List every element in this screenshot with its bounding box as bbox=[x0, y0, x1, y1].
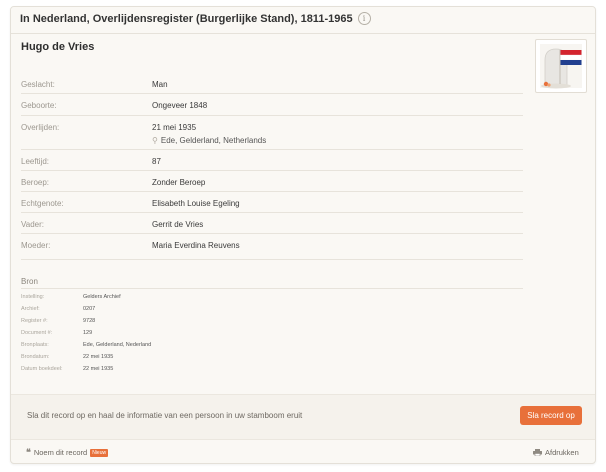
print-link[interactable]: Afdrukken bbox=[533, 448, 579, 457]
field-label: Geslacht: bbox=[21, 80, 55, 89]
field-value: Man bbox=[152, 80, 168, 89]
field-row-geboorte: Geboorte: Ongeveer 1848 bbox=[21, 93, 523, 116]
info-icon[interactable]: i bbox=[357, 12, 371, 25]
field-value: Gerrit de Vries bbox=[152, 220, 204, 229]
field-label: Echtgenote: bbox=[21, 199, 64, 208]
save-record-button[interactable]: Sla record op bbox=[520, 406, 582, 425]
person-name: Hugo de Vries bbox=[21, 41, 95, 53]
record-title: In Nederland, Overlijdensregister (Burge… bbox=[20, 12, 371, 25]
field-label: Geboorte: bbox=[21, 101, 57, 110]
cite-record-link[interactable]: ❝ Noem dit record Nieuw bbox=[26, 448, 109, 458]
new-badge: Nieuw bbox=[90, 449, 109, 457]
record-header: In Nederland, Overlijdensregister (Burge… bbox=[11, 7, 595, 34]
field-row-leeftijd: Leeftijd: 87 bbox=[21, 149, 523, 171]
field-row-geslacht: Geslacht: Man bbox=[21, 71, 523, 94]
save-record-text: Sla dit record op en haal de informatie … bbox=[27, 411, 303, 420]
save-record-panel: Sla dit record op en haal de informatie … bbox=[11, 394, 595, 440]
location-pin-icon: ⚲ bbox=[152, 136, 158, 145]
source-section-title: Bron bbox=[21, 277, 38, 286]
field-label: Beroep: bbox=[21, 178, 50, 187]
printer-icon bbox=[533, 449, 542, 456]
source-divider bbox=[21, 288, 523, 289]
record-card: In Nederland, Overlijdensregister (Burge… bbox=[10, 6, 596, 464]
field-value: Maria Everdina Reuvens bbox=[152, 241, 240, 250]
field-value: 21 mei 1935 bbox=[152, 123, 197, 132]
quote-icon: ❝ bbox=[26, 448, 31, 458]
field-label: Leeftijd: bbox=[21, 157, 50, 166]
portrait-thumbnail[interactable] bbox=[535, 39, 587, 93]
death-place: ⚲ Ede, Gelderland, Netherlands bbox=[152, 136, 267, 145]
gravestone-with-dutch-flag-icon bbox=[540, 44, 582, 89]
record-footer: ❝ Noem dit record Nieuw Afdrukken bbox=[11, 439, 595, 463]
field-value: Elisabeth Louise Egeling bbox=[152, 199, 240, 208]
field-row-moeder: Moeder: Maria Everdina Reuvens bbox=[21, 233, 523, 260]
field-value: 87 bbox=[152, 157, 161, 166]
field-row-overlijden: Overlijden: 21 mei 1935 ⚲ Ede, Gelderland… bbox=[21, 115, 523, 150]
field-value: Zonder Beroep bbox=[152, 178, 206, 187]
field-label: Vader: bbox=[21, 220, 44, 229]
field-row-echtgenote: Echtgenote: Elisabeth Louise Egeling bbox=[21, 191, 523, 213]
field-value: Ongeveer 1848 bbox=[152, 101, 208, 110]
field-row-beroep: Beroep: Zonder Beroep bbox=[21, 170, 523, 192]
field-label: Moeder: bbox=[21, 241, 51, 250]
field-label: Overlijden: bbox=[21, 123, 60, 132]
field-row-vader: Vader: Gerrit de Vries bbox=[21, 212, 523, 234]
